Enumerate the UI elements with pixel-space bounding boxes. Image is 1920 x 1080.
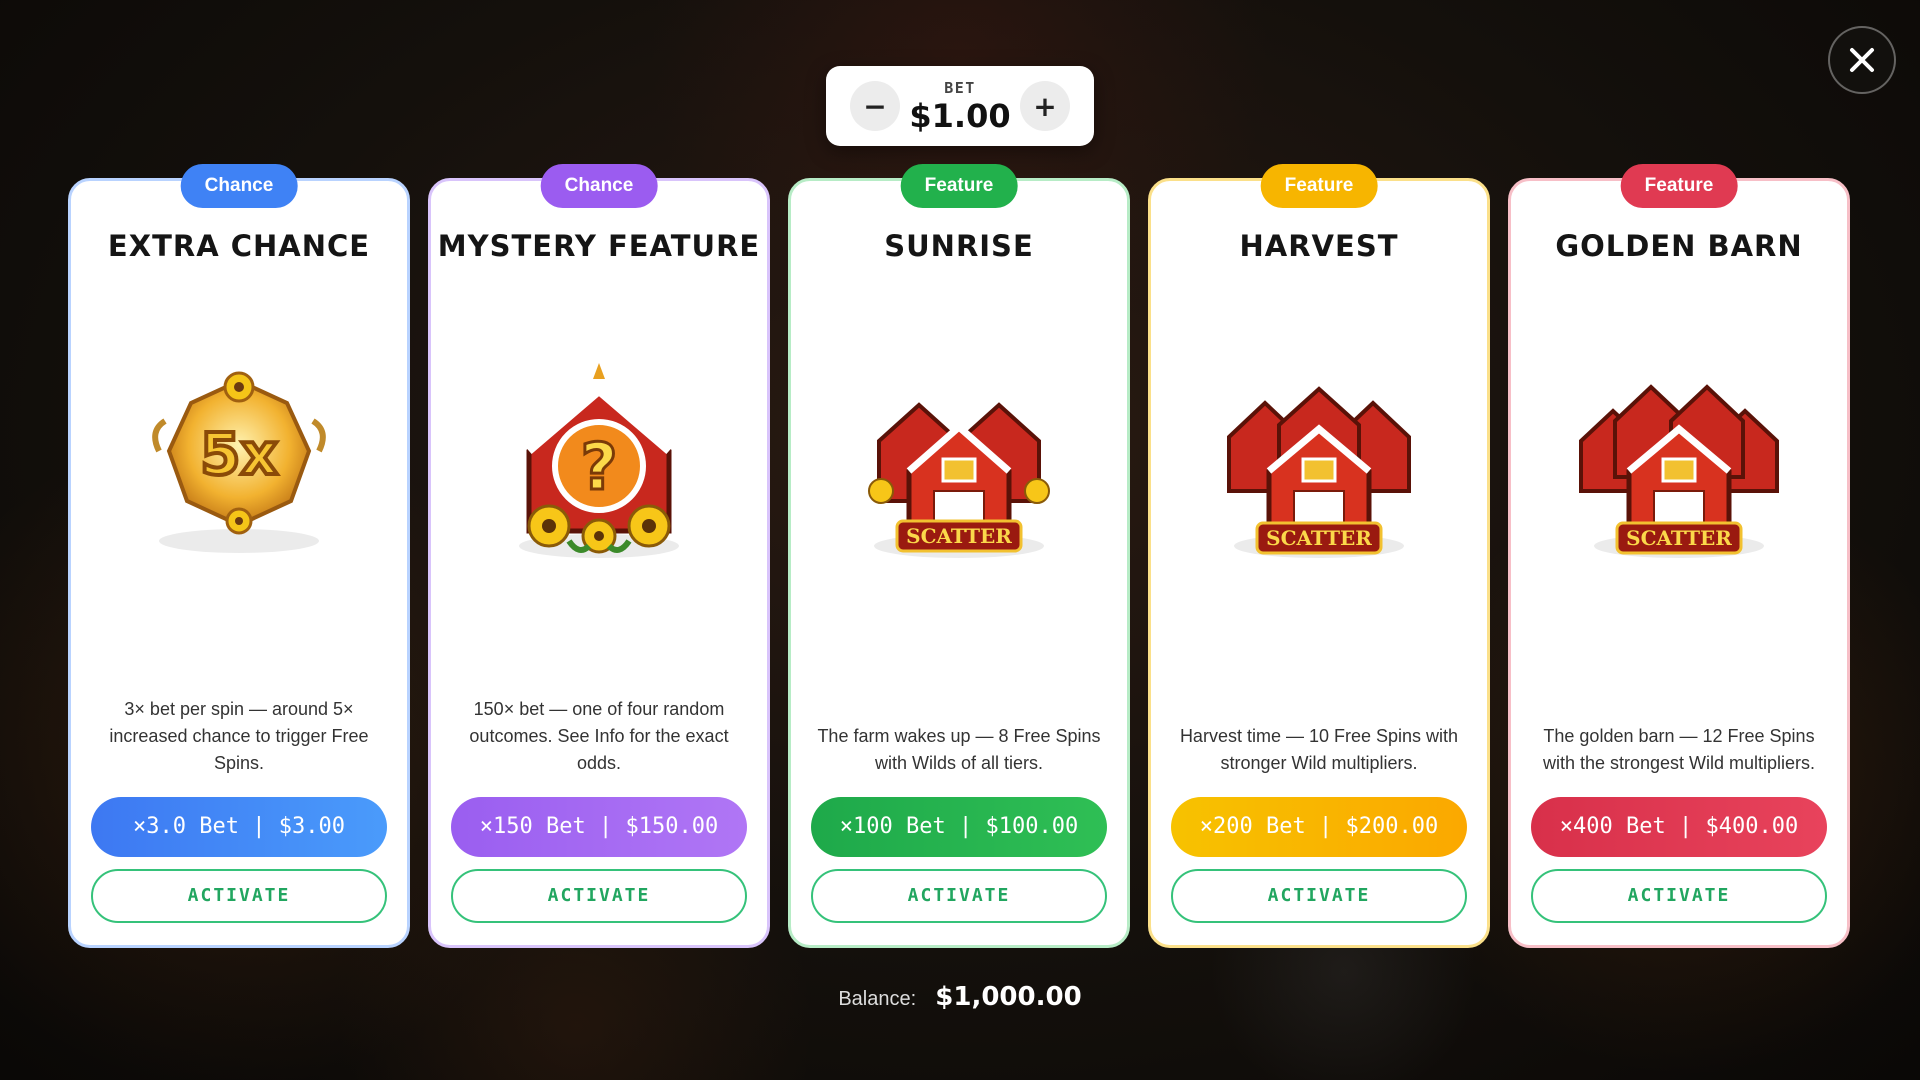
card-description: 150× bet — one of four random outcomes. … [469,699,729,773]
card-badge: Chance [540,164,658,208]
card-title: MYSTERY FEATURE [437,229,761,263]
card-badge: Feature [1620,164,1738,208]
bet-decrease-button[interactable]: − [850,81,900,131]
card-description: Harvest time — 10 Free Spins with strong… [1179,726,1459,773]
card-golden-barn: Feature GOLDEN BARN SCATTER The golden b… [1508,164,1850,948]
card-extra-chance: Chance EXTRA CHANCE 5x 3× bet per spin —… [68,164,410,948]
mystery-barn-icon: ? [519,363,679,558]
card-price-button[interactable]: ×400 Bet | $400.00 [1531,797,1827,857]
card-mystery-feature: Chance MYSTERY FEATURE ? 150× bet — one … [428,164,770,948]
activate-button[interactable]: ACTIVATE [811,869,1107,923]
scatter-label: SCATTER [1266,526,1372,550]
card-badge: Feature [1260,164,1378,208]
bet-value: $1.00 [909,96,1011,135]
bet-display: BET $1.00 [909,78,1011,135]
bet-panel: − BET $1.00 + [826,66,1094,146]
5x-multiplier-icon: 5x [152,371,326,553]
bet-increase-button[interactable]: + [1020,81,1070,131]
balance-display: Balance: $1,000.00 [0,982,1920,1012]
close-button[interactable] [1828,26,1896,94]
feature-cards: Chance EXTRA CHANCE 5x 3× bet per spin —… [68,164,1852,948]
activate-button[interactable]: ACTIVATE [1531,869,1827,923]
card-title: HARVEST [1239,229,1399,263]
svg-text:5x: 5x [200,420,278,488]
activate-button[interactable]: ACTIVATE [1171,869,1467,923]
card-description: The golden barn — 12 Free Spins with the… [1542,726,1816,773]
close-icon [1850,48,1874,72]
bet-label: BET [944,78,976,97]
scatter-barns-icon: SCATTER [1227,386,1411,558]
card-description: The farm wakes up — 8 Free Spins with Wi… [817,726,1101,773]
card-price-button[interactable]: ×3.0 Bet | $3.00 [91,797,387,857]
card-description: 3× bet per spin — around 5× increased ch… [109,699,369,773]
card-harvest: Feature HARVEST SCATTER Harvest time — 1… [1148,164,1490,948]
scatter-barns-icon: SCATTER [868,402,1050,558]
card-price-button[interactable]: ×200 Bet | $200.00 [1171,797,1467,857]
card-title: EXTRA CHANCE [107,229,371,263]
card-title: SUNRISE [884,229,1034,263]
card-price-button[interactable]: ×100 Bet | $100.00 [811,797,1107,857]
card-badge: Chance [180,164,298,208]
scatter-barns-icon: SCATTER [1579,384,1779,558]
balance-label: Balance: [838,988,917,1010]
scatter-label: SCATTER [1626,526,1732,550]
activate-button[interactable]: ACTIVATE [91,869,387,923]
svg-text:?: ? [580,431,617,505]
balance-value: $1,000.00 [935,982,1082,1012]
card-price-button[interactable]: ×150 Bet | $150.00 [451,797,747,857]
activate-button[interactable]: ACTIVATE [451,869,747,923]
card-sunrise: Feature SUNRISE SCATTER The farm wakes u… [788,164,1130,948]
card-title: GOLDEN BARN [1555,229,1803,263]
card-badge: Feature [900,164,1018,208]
scatter-label: SCATTER [906,524,1012,548]
